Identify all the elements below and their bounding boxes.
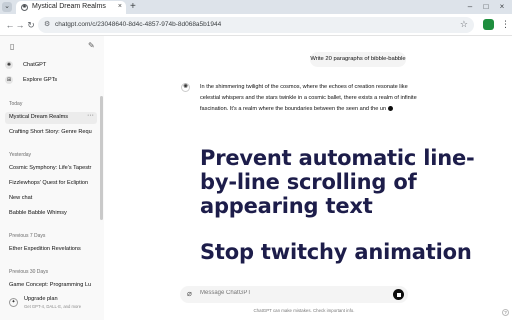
list-item[interactable]: Cosmic Symphony: Life's Tapestr	[5, 163, 97, 175]
sidebar: ▯ ✎ ✺ ChatGPT ⊞ Explore GPTs Today Mysti…	[0, 36, 104, 320]
extension-icon[interactable]	[483, 19, 494, 30]
chatgpt-favicon-icon: ✺	[21, 4, 28, 11]
overlay-heading: Prevent automatic line-by-line scrolling…	[200, 146, 475, 218]
disclaimer-text: ChatGPT can make mistakes. Check importa…	[253, 308, 355, 313]
tab-title: Mystical Dream Realms	[32, 3, 106, 10]
assistant-avatar-icon: ✺	[181, 83, 190, 92]
help-button[interactable]: ?	[502, 309, 509, 316]
new-chat-icon[interactable]: ✎	[88, 41, 95, 50]
address-bar[interactable]: ⚙ chatgpt.com/c/23048640-8d4c-4857-974b-…	[38, 17, 474, 33]
chat-title: Babble Babble Whimsy	[9, 210, 67, 216]
chat-title: Cosmic Symphony: Life's Tapestr	[9, 165, 92, 171]
list-item[interactable]: Game Concept: Programming Lu	[5, 280, 97, 292]
stop-generating-button[interactable]	[393, 289, 404, 300]
browser-tab-strip: ⌄ ✺ Mystical Dream Realms × + – □ ×	[0, 0, 512, 14]
assistant-message-text: In the shimmering twilight of the cosmos…	[200, 84, 417, 112]
list-item[interactable]: New chat	[5, 193, 97, 205]
reload-icon[interactable]: ↻	[25, 19, 37, 31]
sidebar-item-explore-gpts[interactable]: Explore GPTs	[23, 77, 57, 83]
grid-icon: ⊞	[5, 76, 13, 84]
new-tab-button[interactable]: +	[130, 1, 136, 13]
url-text[interactable]: chatgpt.com/c/23048640-8d4c-4857-974b-8d…	[55, 21, 221, 28]
typing-cursor-icon	[388, 106, 394, 112]
minimize-button[interactable]: –	[462, 1, 478, 13]
user-message-bubble: Write 20 paragraphs of bibble-babble	[310, 52, 406, 67]
sidebar-item-chatgpt[interactable]: ChatGPT	[23, 62, 46, 68]
list-item[interactable]: Fizzlewhops' Quest for Ecliption	[5, 178, 97, 190]
chat-title: Ether Expedition Revelations	[9, 246, 81, 252]
browser-toolbar: ← → ↻ ⚙ chatgpt.com/c/23048640-8d4c-4857…	[0, 14, 512, 36]
paperclip-icon[interactable]: ⌀	[187, 289, 192, 298]
chat-title: Crafting Short Story: Genre Requ	[9, 129, 92, 135]
chat-title: Mystical Dream Realms	[9, 114, 69, 120]
list-item[interactable]: Babble Babble Whimsy	[5, 208, 97, 220]
tab-search-icon[interactable]: ⌄	[2, 2, 12, 12]
bookmark-star-icon[interactable]: ☆	[460, 19, 468, 30]
assistant-message: In the shimmering twilight of the cosmos…	[200, 82, 418, 115]
list-item[interactable]: Mystical Dream Realms ···	[5, 112, 97, 124]
more-options-icon[interactable]: ···	[87, 112, 94, 119]
section-heading: Previous 7 Days	[9, 233, 46, 239]
list-item[interactable]: Crafting Short Story: Genre Requ	[5, 127, 97, 139]
sidebar-scrollbar[interactable]	[100, 96, 103, 220]
list-item[interactable]: Ether Expedition Revelations	[5, 244, 97, 256]
chatgpt-logo-icon: ✺	[5, 61, 13, 69]
message-composer: ⌀	[180, 286, 408, 303]
user-message-text: Write 20 paragraphs of bibble-babble	[310, 56, 406, 62]
section-heading: Yesterday	[9, 152, 32, 158]
section-heading: Today	[9, 101, 23, 107]
browser-tab-active[interactable]: ✺ Mystical Dream Realms ×	[16, 1, 126, 14]
maximize-button[interactable]: □	[478, 1, 494, 13]
chat-title: Fizzlewhops' Quest for Ecliption	[9, 180, 89, 186]
browser-menu-icon[interactable]: ⋮	[500, 19, 511, 30]
chat-title: Game Concept: Programming Lu	[9, 282, 92, 288]
upgrade-subtitle: Get GPT-4, DALL·E, and more	[24, 304, 82, 309]
tab-close-icon[interactable]: ×	[118, 3, 122, 10]
site-info-icon[interactable]: ⚙	[44, 20, 50, 28]
message-input[interactable]	[200, 290, 380, 296]
sidebar-toggle-icon[interactable]: ▯	[10, 42, 14, 51]
upgrade-sparkle-icon: ✦	[9, 298, 18, 307]
chat-title: New chat	[9, 195, 33, 201]
close-window-button[interactable]: ×	[494, 1, 510, 13]
overlay-subheading: Stop twitchy animation	[200, 240, 472, 264]
section-heading: Previous 30 Days	[9, 269, 49, 275]
upgrade-plan-button[interactable]: Upgrade plan	[24, 296, 58, 302]
chat-main: Write 20 paragraphs of bibble-babble ✺ I…	[104, 36, 512, 320]
